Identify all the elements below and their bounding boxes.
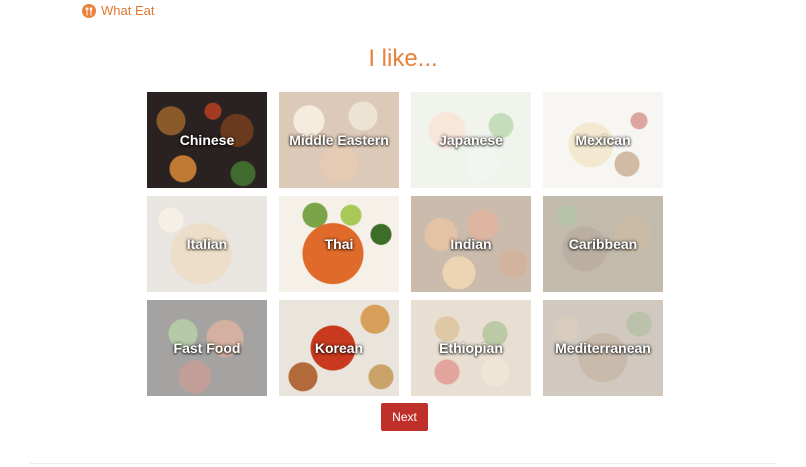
cuisine-tile-italian[interactable]: Italian xyxy=(147,196,267,292)
cuisine-label: Fast Food xyxy=(173,340,241,356)
cuisine-label: Mediterranean xyxy=(555,340,651,356)
cuisine-label: Middle Eastern xyxy=(289,132,389,148)
cuisine-tile-chinese[interactable]: Chinese xyxy=(147,92,267,188)
cuisine-grid: Chinese Middle Eastern Japanese Mexican … xyxy=(147,92,663,396)
cuisine-tile-caribbean[interactable]: Caribbean xyxy=(543,196,663,292)
cuisine-tile-thai[interactable]: Thai xyxy=(279,196,399,292)
cuisine-tile-korean[interactable]: Korean xyxy=(279,300,399,396)
page-title: I like... xyxy=(368,45,438,72)
cuisine-tile-mexican[interactable]: Mexican xyxy=(543,92,663,188)
cuisine-label: Italian xyxy=(186,236,228,252)
cuisine-tile-indian[interactable]: Indian xyxy=(411,196,531,292)
cuisine-label: Mexican xyxy=(575,132,631,148)
footer-divider xyxy=(30,463,776,464)
brand-logo-link[interactable]: What Eat xyxy=(82,3,154,19)
cuisine-label: Caribbean xyxy=(568,236,638,252)
brand-name: What Eat xyxy=(101,3,155,18)
cuisine-tile-fast-food[interactable]: Fast Food xyxy=(147,300,267,396)
cuisine-label: Ethiopian xyxy=(439,340,503,356)
cuisine-label: Chinese xyxy=(179,132,235,148)
cuisine-tile-mediterranean[interactable]: Mediterranean xyxy=(543,300,663,396)
page: What Eat I like... Chinese Middle Easter… xyxy=(0,0,806,467)
cuisine-label: Japanese xyxy=(439,132,503,148)
cuisine-label: Indian xyxy=(450,236,492,252)
fork-spoon-icon xyxy=(82,4,96,18)
next-button[interactable]: Next xyxy=(381,403,428,431)
cuisine-label: Thai xyxy=(324,236,354,252)
cuisine-tile-middle-eastern[interactable]: Middle Eastern xyxy=(279,92,399,188)
cuisine-tile-ethiopian[interactable]: Ethiopian xyxy=(411,300,531,396)
cuisine-label: Korean xyxy=(314,340,364,356)
cuisine-tile-japanese[interactable]: Japanese xyxy=(411,92,531,188)
